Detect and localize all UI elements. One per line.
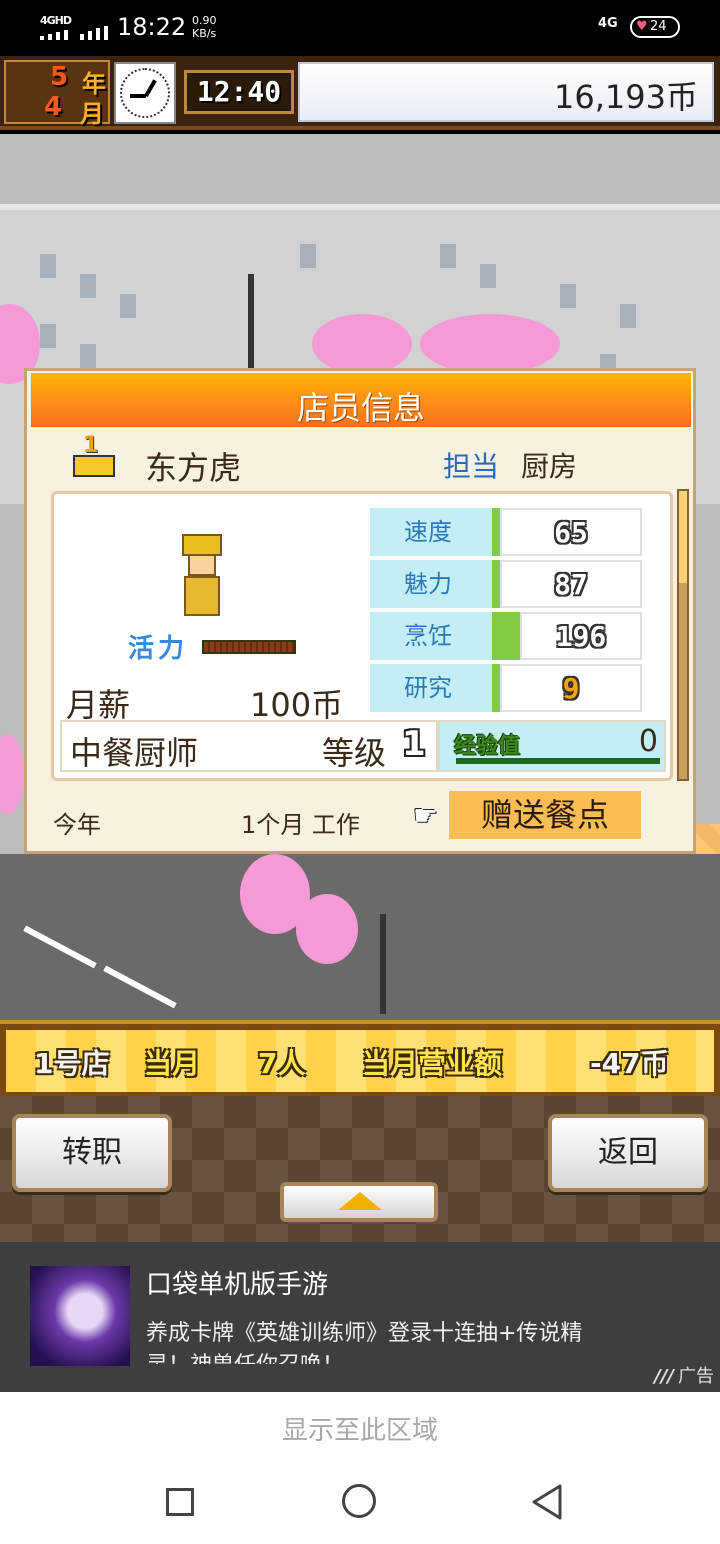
ad-badge: ///广告	[654, 1362, 714, 1388]
level-label: 等级	[322, 734, 387, 772]
sales-label: 当月营业额	[362, 1047, 503, 1080]
ad-description[interactable]: 养成卡牌《英雄训练师》登录十连抽+传说精灵！神兽任你召唤！	[146, 1318, 596, 1364]
transfer-job-button[interactable]: 转职	[12, 1114, 172, 1192]
battery-level: 24	[650, 19, 667, 34]
speed-value: 0.90	[192, 14, 217, 27]
exp-label: 经验值	[454, 734, 521, 759]
dialog-title-bar: 店员信息	[31, 373, 691, 427]
stat-value: 196	[555, 620, 607, 653]
net-indicator: 4G	[598, 16, 618, 31]
stat-row-speed: 速度 65	[370, 508, 642, 556]
ad-logo-icon: ///	[654, 1366, 674, 1387]
battery-icon: ♥ 24	[630, 16, 680, 38]
staff-info-panel: 活力 月薪 100币 速度 65 魅力 87 烹饪 196 研究 9 中餐厨师	[51, 491, 673, 781]
home-icon[interactable]	[342, 1484, 376, 1518]
chef-avatar	[176, 534, 228, 618]
pointing-hand-icon: ☛	[413, 799, 439, 832]
signal-icon	[40, 26, 108, 40]
job-box: 中餐厨师 等级 1	[60, 720, 438, 772]
stat-name: 研究	[370, 664, 492, 712]
stamina-label: 活力	[128, 634, 189, 664]
footer-year: 今年	[53, 811, 101, 839]
expand-up-button[interactable]	[280, 1182, 438, 1222]
back-triangle-icon[interactable]	[532, 1484, 562, 1520]
cherry-tree	[296, 894, 358, 964]
arrow-up-icon	[338, 1192, 382, 1210]
stat-name: 速度	[370, 508, 492, 556]
stat-value: 87	[554, 568, 588, 601]
money-display: 16,193币	[298, 62, 714, 122]
cherry-tree	[312, 314, 412, 374]
recent-apps-icon[interactable]	[166, 1488, 194, 1516]
year-number: 5	[50, 62, 69, 92]
stat-row-charm: 魅力 87	[370, 560, 642, 608]
road	[0, 854, 720, 1020]
exp-box: 经验值 0	[438, 720, 666, 772]
stamina-fill	[204, 642, 294, 652]
staff-info-dialog: 店员信息 1 东方虎 担当 厨房 活力 月薪 100币 速度 65 魅力 87	[24, 368, 696, 854]
stat-name: 魅力	[370, 560, 492, 608]
staff-count: 7人	[258, 1047, 306, 1080]
scrollbar-thumb[interactable]	[679, 491, 687, 583]
stat-value: 65	[554, 516, 588, 549]
stat-row-cooking: 烹饪 196	[370, 612, 642, 660]
stat-name: 烹饪	[370, 612, 492, 660]
month-label: 当月	[144, 1047, 201, 1080]
footer-worked: 1个月 工作	[241, 811, 360, 839]
assignment-value[interactable]: 厨房	[521, 445, 577, 485]
game-date: 5 年 4 月	[4, 60, 110, 128]
speed-unit: KB/s	[192, 27, 217, 40]
assignment-label: 担当	[443, 450, 500, 483]
dialog-title: 店员信息	[296, 389, 425, 427]
game-button-area: 转职 返回	[0, 1096, 720, 1242]
ad-banner[interactable]: 口袋单机版手游 养成卡牌《英雄训练师》登录十连抽+传说精灵！神兽任你召唤！ //…	[0, 1242, 720, 1392]
sales-value: -47币	[590, 1047, 669, 1080]
system-area: 显示至此区域	[0, 1392, 720, 1544]
scrollbar[interactable]	[677, 489, 689, 781]
network-speed: 0.90 KB/s	[192, 14, 217, 40]
job-name: 中餐厨师	[70, 734, 199, 772]
stat-bar	[492, 560, 500, 608]
shop-info-strip: 1号店 当月 7人 当月营业额 -47币	[0, 1020, 720, 1096]
level-value: 1	[402, 724, 426, 764]
stamina-bar	[202, 640, 296, 654]
exp-bar	[456, 758, 660, 764]
cherry-tree	[0, 734, 24, 814]
game-header: 5 年 4 月 12:40 16,193币	[0, 56, 720, 130]
stat-row-research: 研究 9	[370, 664, 642, 712]
gift-meal-label[interactable]: 赠送餐点	[449, 791, 641, 839]
stat-bar	[492, 664, 500, 712]
gift-meal-button[interactable]: ☛ 赠送餐点	[413, 791, 641, 839]
stat-value: 9	[562, 672, 580, 705]
system-time: 18:22	[117, 13, 187, 41]
street-lamp	[248, 274, 254, 374]
ad-title[interactable]: 口袋单机版手游	[146, 1264, 328, 1301]
rank-number: 1	[83, 433, 99, 458]
clock-icon	[114, 62, 176, 124]
heart-icon: ♥	[636, 19, 648, 34]
month-number: 4	[44, 92, 63, 122]
cherry-tree	[420, 314, 560, 374]
money-value: 16,193币	[554, 78, 698, 116]
status-bar: 4GHD 18:22 0.90 KB/s 4G ♥ 24	[0, 0, 720, 56]
rank-crown-icon: 1	[71, 433, 117, 481]
shop-name: 1号店	[34, 1047, 110, 1080]
month-unit: 月	[80, 100, 104, 128]
display-area-hint: 显示至此区域	[281, 1416, 438, 1446]
ad-thumbnail[interactable]	[30, 1266, 130, 1366]
staff-name: 东方虎	[145, 449, 242, 487]
back-button[interactable]: 返回	[548, 1114, 708, 1192]
stat-bar	[492, 508, 500, 556]
game-time: 12:40	[184, 70, 294, 114]
street-lamp	[380, 914, 386, 1014]
exp-value: 0	[638, 724, 658, 759]
stat-bar	[492, 612, 520, 660]
ad-badge-label: 广告	[678, 1366, 714, 1387]
